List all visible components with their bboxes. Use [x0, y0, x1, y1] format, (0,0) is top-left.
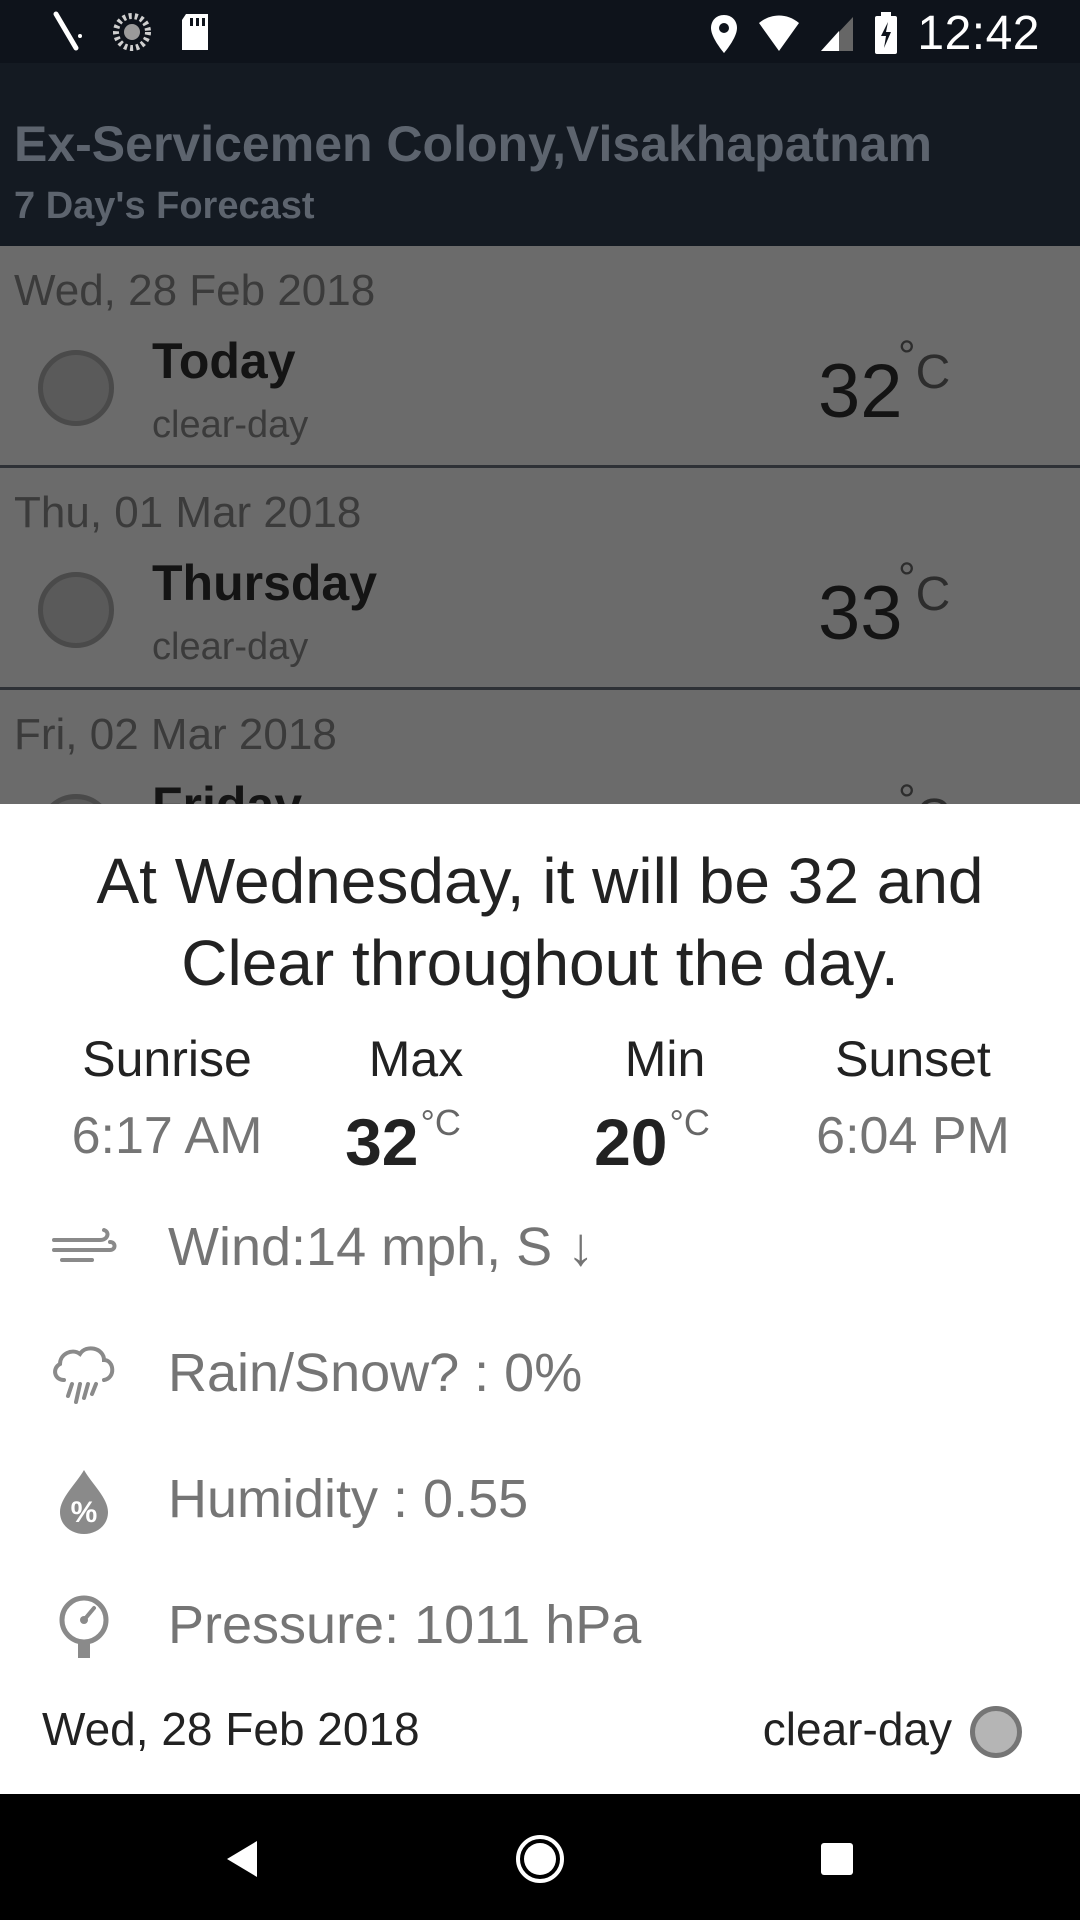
weather-condition-icon: [38, 350, 114, 426]
signal-icon: [819, 15, 855, 53]
rain-cloud-icon: [48, 1340, 120, 1410]
pen-icon: [50, 10, 86, 54]
weather-condition-icon: [38, 572, 114, 648]
status-bar: 12:42: [0, 0, 1080, 63]
battery-charging-icon: [873, 11, 899, 56]
sunrise-value: 6:17 AM: [71, 1107, 263, 1165]
forecast-condition: clear-day: [152, 626, 309, 668]
forecast-condition: clear-day: [152, 404, 309, 446]
app-bar: Ex-Servicemen Colony,Visakhapatnam 7 Day…: [0, 63, 1080, 246]
min-label: Min: [624, 1031, 706, 1087]
day-detail-sheet: At Wednesday, it will be 32 and Clear th…: [0, 804, 1080, 1794]
forecast-row[interactable]: Fri, 02 Mar 2018 Friday °C: [0, 690, 1080, 804]
humidity-row: % Humidity : 0.55: [0, 1456, 1080, 1546]
rain-row: Rain/Snow? : 0%: [0, 1330, 1080, 1420]
max-value: 32°C: [345, 1102, 461, 1179]
location-icon: [709, 13, 739, 55]
navigation-bar: [0, 1794, 1080, 1920]
svg-text:%: %: [71, 1496, 98, 1529]
day-stats: Sunrise 6:17 AM Max 32°C Min 20°C Sunset…: [0, 1026, 1080, 1186]
forecast-temp: 32: [818, 349, 903, 434]
forecast-temp: 33: [818, 571, 903, 656]
forecast-date: Thu, 01 Mar 2018: [14, 488, 362, 537]
recents-icon: [821, 1843, 853, 1875]
humidity-drop-icon: %: [48, 1466, 120, 1536]
sd-card-icon: [178, 12, 212, 52]
forecast-day: Thursday: [152, 555, 378, 611]
clock: 12:42: [917, 7, 1040, 60]
sunset-stat: Sunset 6:04 PM: [788, 1026, 1038, 1176]
footer-date: Wed, 28 Feb 2018: [42, 1703, 420, 1755]
back-icon: [227, 1841, 257, 1877]
location-title: Ex-Servicemen Colony,Visakhapatnam: [14, 116, 932, 172]
weather-condition-icon: [38, 794, 114, 804]
forecast-date: Wed, 28 Feb 2018: [14, 266, 376, 315]
max-label: Max: [368, 1031, 464, 1087]
rain-text: Rain/Snow? : 0%: [168, 1343, 583, 1403]
footer-condition: clear-day: [762, 1703, 952, 1755]
forecast-day: Today: [152, 333, 296, 389]
wifi-icon: [757, 15, 801, 53]
home-icon: [516, 1835, 564, 1883]
max-temp-stat: Max 32°C: [291, 1026, 541, 1179]
sync-icon: [112, 12, 152, 52]
forecast-list[interactable]: Wed, 28 Feb 2018 Today clear-day 32 °C T…: [0, 246, 1080, 804]
day-summary: At Wednesday, it will be 32 and Clear th…: [96, 845, 984, 999]
forecast-row[interactable]: Thu, 01 Mar 2018 Thursday clear-day 33 °…: [0, 468, 1080, 690]
forecast-row[interactable]: Wed, 28 Feb 2018 Today clear-day 32 °C: [0, 246, 1080, 468]
temp-unit: °C: [898, 776, 950, 804]
temp-unit: °C: [898, 332, 951, 399]
home-button[interactable]: [505, 1824, 575, 1894]
forecast-day: Friday: [152, 776, 302, 804]
sunrise-stat: Sunrise 6:17 AM: [42, 1026, 292, 1176]
sunrise-label: Sunrise: [82, 1031, 252, 1087]
sunset-value: 6:04 PM: [816, 1107, 1010, 1165]
pressure-row: Pressure: 1011 hPa: [0, 1582, 1080, 1672]
back-button[interactable]: [206, 1824, 276, 1894]
min-value: 20°C: [594, 1102, 710, 1179]
temp-unit: °C: [898, 554, 951, 621]
forecast-date: Fri, 02 Mar 2018: [14, 710, 337, 759]
wind-text: Wind:14 mph, S ↓: [168, 1217, 595, 1277]
min-temp-stat: Min 20°C: [540, 1026, 790, 1179]
weather-condition-icon: [970, 1706, 1022, 1758]
humidity-text: Humidity : 0.55: [168, 1469, 529, 1529]
pressure-gauge-icon: [48, 1592, 120, 1662]
wind-row: Wind:14 mph, S ↓: [0, 1204, 1080, 1294]
pressure-text: Pressure: 1011 hPa: [168, 1595, 642, 1655]
sunset-label: Sunset: [835, 1031, 991, 1087]
recents-button[interactable]: [802, 1824, 872, 1894]
forecast-subtitle: 7 Day's Forecast: [14, 185, 315, 227]
wind-icon: [48, 1214, 120, 1284]
